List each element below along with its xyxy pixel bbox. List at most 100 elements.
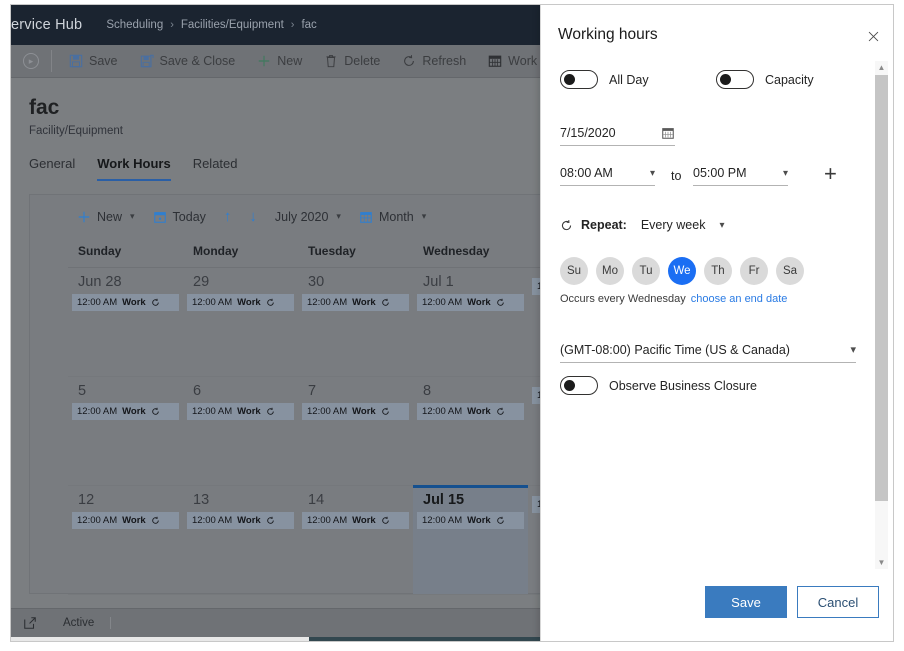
- calendar-event[interactable]: 12:00 AM Work: [302, 294, 409, 311]
- calendar-event[interactable]: 12:00 AM Work: [417, 294, 524, 311]
- repeat-label: Repeat:: [581, 218, 627, 232]
- breadcrumb-item-record[interactable]: fac: [301, 19, 316, 31]
- calendar-event[interactable]: 12:00 AM Work: [302, 403, 409, 420]
- chevron-down-icon[interactable]: ▾: [650, 168, 655, 179]
- calendar-event[interactable]: 12:00 AM Work: [302, 512, 409, 529]
- weekday-pill-we[interactable]: We: [668, 257, 696, 285]
- weekday-pill-sa[interactable]: Sa: [776, 257, 804, 285]
- event-time: 12:00 AM: [192, 406, 233, 417]
- chevron-down-icon[interactable]: ▾: [783, 168, 788, 179]
- calendar-day-cell[interactable]: 13 12:00 AM Work: [183, 486, 298, 594]
- weekday-pill-th[interactable]: Th: [704, 257, 732, 285]
- recurring-icon: [382, 298, 389, 306]
- calendar-icon[interactable]: [661, 126, 675, 140]
- calendar-day-cell[interactable]: 12 12:00 AM Work: [68, 486, 183, 594]
- calendar-period-selector[interactable]: July 2020 ▾: [266, 195, 350, 238]
- calendar-event[interactable]: 12:00 AM Work: [417, 403, 524, 420]
- breadcrumb-item-scheduling[interactable]: Scheduling: [106, 19, 163, 31]
- calendar-event[interactable]: 12:00 AM Work: [187, 294, 294, 311]
- business-closure-switch[interactable]: [560, 376, 598, 395]
- event-title: Work: [122, 515, 146, 526]
- save-button[interactable]: Save: [705, 586, 787, 618]
- delete-button[interactable]: Delete: [313, 45, 391, 78]
- weekday-pill-mo[interactable]: Mo: [596, 257, 624, 285]
- event-time: 12:00 AM: [77, 515, 118, 526]
- popout-icon[interactable]: [23, 616, 37, 630]
- calendar-day-cell[interactable]: Jun 28 12:00 AM Work: [68, 268, 183, 376]
- end-time-field[interactable]: 05:00 PM ▾: [693, 161, 788, 186]
- observe-business-closure-toggle[interactable]: Observe Business Closure: [560, 376, 757, 395]
- calendar-event[interactable]: 12:00 AM Work: [72, 294, 179, 311]
- add-time-range-button[interactable]: +: [824, 163, 837, 185]
- calendar-date-label: 29: [193, 274, 210, 290]
- calendar-today-label: Today: [172, 209, 206, 224]
- calendar-day-cell[interactable]: 14 12:00 AM Work: [298, 486, 413, 594]
- close-icon[interactable]: [860, 23, 886, 49]
- cancel-button[interactable]: Cancel: [797, 586, 879, 618]
- weekday-pill-tu[interactable]: Tu: [632, 257, 660, 285]
- calendar-day-cell-today[interactable]: Jul 15 12:00 AM Work: [413, 485, 528, 594]
- timezone-dropdown[interactable]: (GMT-08:00) Pacific Time (US & Canada) ▾: [560, 337, 856, 363]
- calendar-new-button[interactable]: New ▾: [68, 195, 144, 238]
- breadcrumb: Scheduling › Facilities/Equipment › fac: [106, 19, 317, 31]
- trash-icon: [326, 55, 336, 68]
- panel-scrollbar[interactable]: ▲ ▼: [875, 61, 888, 569]
- start-time-field[interactable]: 08:00 AM ▾: [560, 161, 655, 186]
- calendar-view-selector[interactable]: Month ▾: [350, 195, 435, 238]
- app-hub-title[interactable]: ervice Hub: [11, 17, 82, 33]
- all-day-toggle[interactable]: All Day: [560, 70, 649, 89]
- chevron-down-icon[interactable]: ▾: [719, 220, 724, 231]
- all-day-switch[interactable]: [560, 70, 598, 89]
- breadcrumb-item-facilities[interactable]: Facilities/Equipment: [181, 19, 284, 31]
- save-and-close-button[interactable]: Save & Close: [129, 45, 247, 78]
- recurring-icon: [382, 516, 389, 524]
- capacity-toggle[interactable]: Capacity: [716, 70, 814, 89]
- chevron-right-circle-icon[interactable]: ▸: [23, 53, 39, 69]
- event-title: Work: [237, 297, 261, 308]
- chevron-down-icon: ▾: [850, 344, 856, 356]
- calendar-day-header: Sunday: [78, 244, 122, 258]
- calendar-day-cell[interactable]: 29 12:00 AM Work: [183, 268, 298, 376]
- new-button[interactable]: New: [246, 45, 313, 78]
- calendar-event[interactable]: 12:00 AM Work: [72, 403, 179, 420]
- weekday-pill-fr[interactable]: Fr: [740, 257, 768, 285]
- calendar-event[interactable]: 12:00 AM Work: [417, 512, 524, 529]
- recurring-icon: [152, 516, 159, 524]
- calendar-day-cell[interactable]: 8 12:00 AM Work: [413, 377, 528, 485]
- calendar-day-cell[interactable]: 5 12:00 AM Work: [68, 377, 183, 485]
- refresh-button[interactable]: Refresh: [391, 45, 477, 78]
- calendar-day-cell[interactable]: 7 12:00 AM Work: [298, 377, 413, 485]
- save-and-close-label: Save & Close: [159, 54, 236, 68]
- scroll-up-arrow-icon[interactable]: ▲: [875, 61, 888, 74]
- capacity-switch[interactable]: [716, 70, 754, 89]
- tab-general[interactable]: General: [29, 156, 75, 181]
- calendar-event[interactable]: 12:00 AM Work: [187, 512, 294, 529]
- delete-button-label: Delete: [344, 54, 381, 68]
- date-field[interactable]: 7/15/2020: [560, 121, 675, 146]
- calendar-day-cell[interactable]: 30 12:00 AM Work: [298, 268, 413, 376]
- calendar-day-cell[interactable]: 6 12:00 AM Work: [183, 377, 298, 485]
- repeat-value[interactable]: Every week: [641, 218, 706, 232]
- calendar-today-button[interactable]: Today: [144, 195, 215, 238]
- start-time-value: 08:00 AM: [560, 166, 613, 180]
- calendar-date-label: 14: [308, 492, 325, 508]
- calendar-event[interactable]: 12:00 AM Work: [72, 512, 179, 529]
- calendar-prev-button[interactable]: ↑: [215, 195, 241, 238]
- status-badge: Active: [63, 617, 112, 629]
- repeat-row: Repeat: Every week ▾: [560, 218, 724, 232]
- save-button[interactable]: Save: [58, 45, 129, 78]
- calendar-day-cell[interactable]: Jul 1 12:00 AM Work: [413, 268, 528, 376]
- tab-related[interactable]: Related: [193, 156, 238, 181]
- save-icon: [69, 54, 83, 68]
- scroll-down-arrow-icon[interactable]: ▼: [875, 556, 888, 569]
- calendar-new-label: New: [97, 209, 123, 224]
- recurring-icon: [152, 407, 159, 415]
- calendar-event[interactable]: 12:00 AM Work: [187, 403, 294, 420]
- recurrence-summary: Occurs every Wednesday choose an end date: [560, 293, 787, 305]
- choose-end-date-link[interactable]: choose an end date: [691, 293, 788, 305]
- tab-work-hours[interactable]: Work Hours: [97, 156, 171, 181]
- scrollbar-thumb[interactable]: [875, 75, 888, 501]
- to-label: to: [671, 169, 682, 183]
- weekday-pill-su[interactable]: Su: [560, 257, 588, 285]
- calendar-next-button[interactable]: ↓: [240, 195, 266, 238]
